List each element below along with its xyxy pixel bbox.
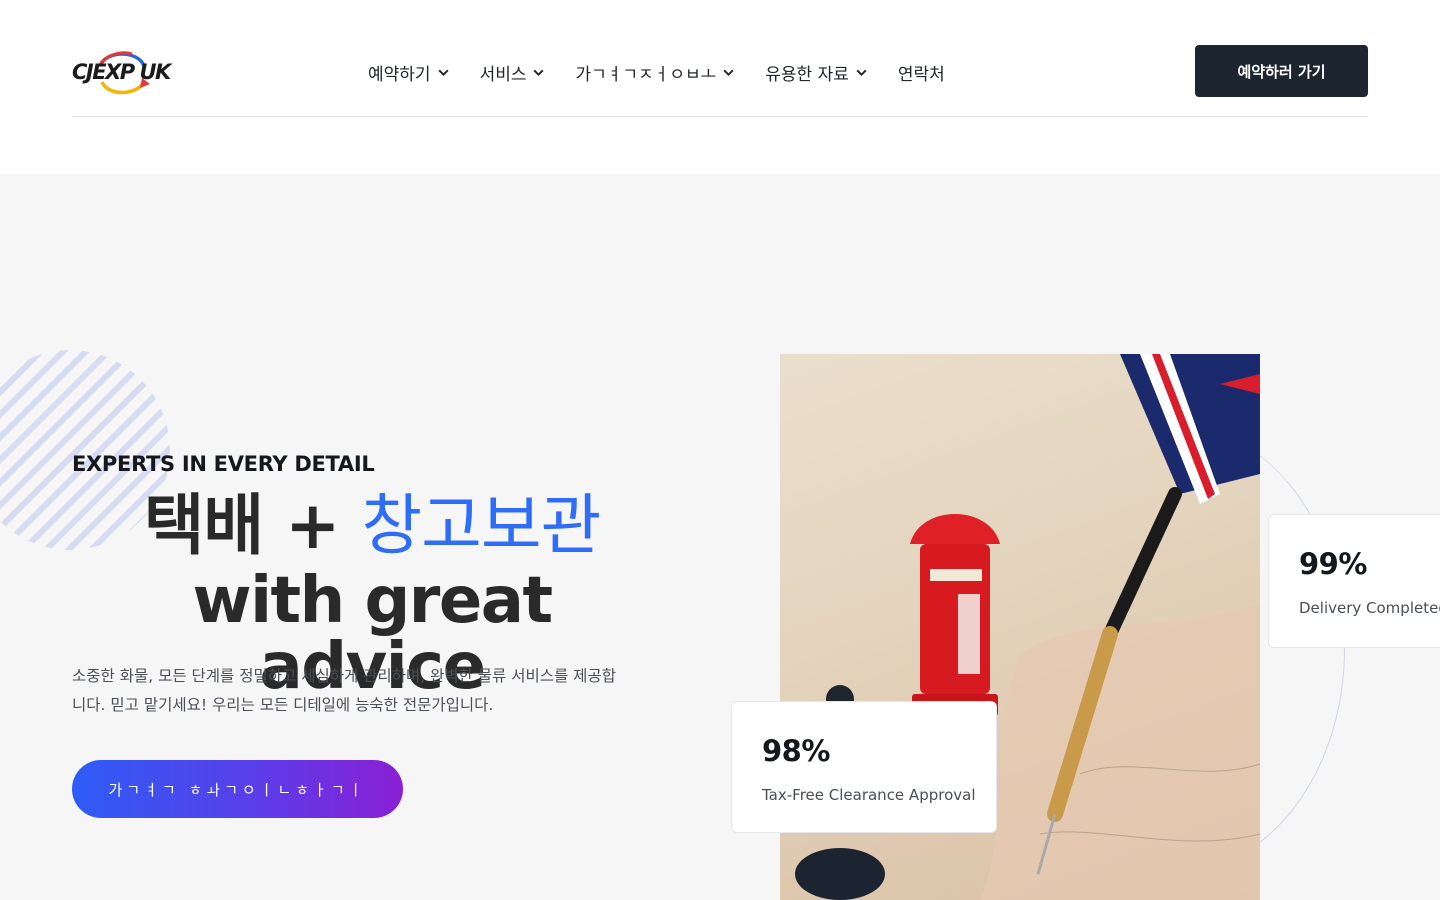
- chevron-down-icon: [438, 69, 449, 76]
- nav-item-label: 서비스: [479, 64, 527, 85]
- chevron-down-icon: [856, 69, 867, 76]
- hero-description: 소중한 화물, 모든 단계를 정밀하고 세심하게 관리하며, 완벽한 물류 서비…: [72, 667, 616, 714]
- price-check-button[interactable]: 가ㄱㅕㄱ ㅎㅘㄱㅇㅣㄴㅎㅏㄱㅣ: [72, 760, 403, 818]
- hero-eyebrow: EXPERTS IN EVERY DETAIL: [72, 452, 375, 476]
- nav-item-services[interactable]: 서비스: [480, 60, 546, 85]
- hero-section: EXPERTS IN EVERY DETAIL 택배 + 창고보관 with g…: [0, 174, 1440, 900]
- stat-value: 98%: [762, 734, 830, 768]
- nav-item-booking[interactable]: 예약하기: [368, 60, 450, 85]
- nav-item-label: 예약하기: [368, 64, 431, 85]
- stat-card-delivery: 99% Delivery Completed: [1268, 514, 1440, 648]
- chevron-down-icon: [723, 69, 734, 76]
- site-header: CJEXP UK 예약하기 서비스 가ㄱㅕㄱㅈㅓㅇㅂㅗ 유용한 자료 연락처 예…: [0, 0, 1440, 174]
- main-nav: 예약하기 서비스 가ㄱㅕㄱㅈㅓㅇㅂㅗ 유용한 자료 연락처: [368, 58, 945, 86]
- book-now-button[interactable]: 예약하러 가기: [1195, 45, 1368, 97]
- headline-highlight: 창고보관: [361, 487, 601, 564]
- nav-item-contact[interactable]: 연락처: [898, 60, 945, 85]
- nav-item-label: 연락처: [897, 64, 945, 85]
- nav-item-pricing[interactable]: 가ㄱㅕㄱㅈㅓㅇㅂㅗ: [575, 60, 735, 85]
- stat-value: 99%: [1299, 547, 1367, 581]
- nav-item-label: 유용한 자료: [765, 64, 849, 85]
- stat-label: Tax-Free Clearance Approval: [762, 786, 976, 804]
- nav-item-label: 가ㄱㅕㄱㅈㅓㅇㅂㅗ: [575, 64, 717, 85]
- nav-item-resources[interactable]: 유용한 자료: [765, 60, 868, 85]
- chevron-down-icon: [533, 69, 545, 76]
- stat-card-clearance: 98% Tax-Free Clearance Approval: [731, 701, 997, 833]
- logo-text: CJEXP UK: [72, 60, 171, 84]
- stat-label: Delivery Completed: [1299, 599, 1440, 617]
- logo[interactable]: CJEXP UK: [72, 46, 184, 98]
- headline-line-1: 택배 + 창고보관: [72, 484, 672, 568]
- headline-part-1: 택배 +: [143, 487, 362, 564]
- header-bar: CJEXP UK 예약하기 서비스 가ㄱㅕㄱㅈㅓㅇㅂㅗ 유용한 자료 연락처 예…: [72, 0, 1368, 117]
